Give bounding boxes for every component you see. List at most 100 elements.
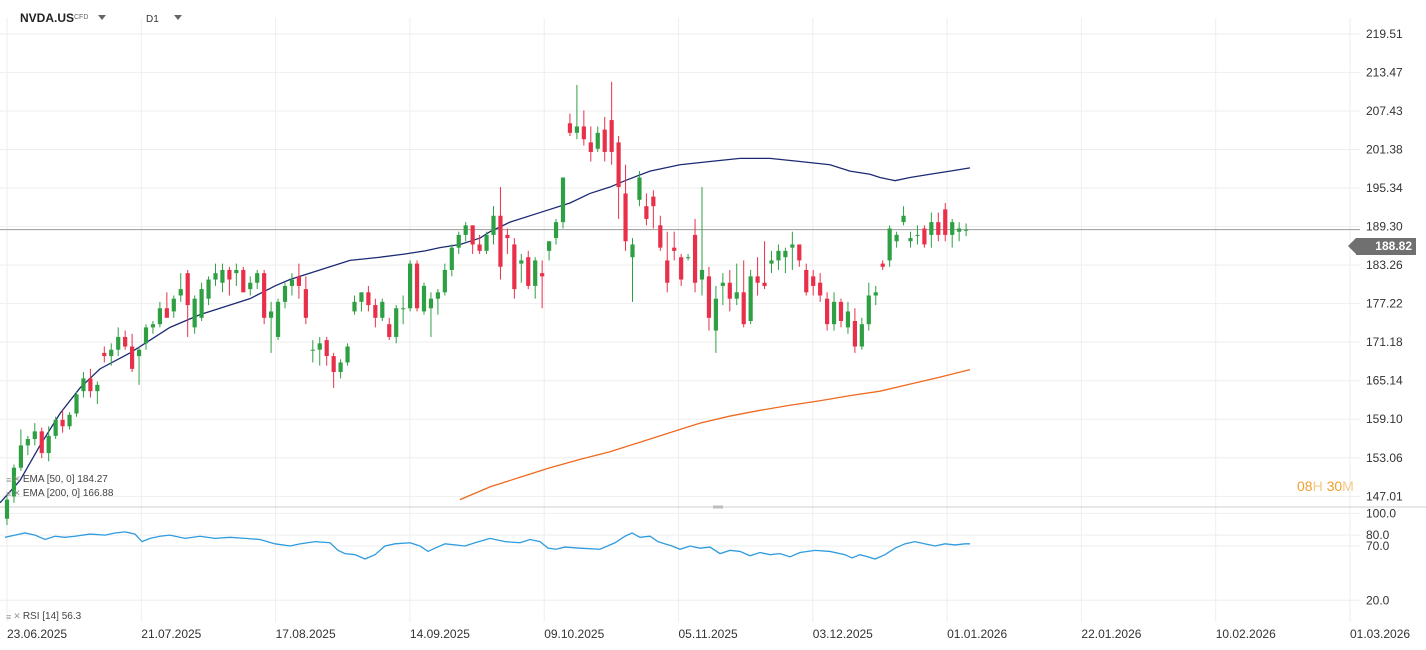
candle-up: [428, 298, 434, 309]
legend-ema50[interactable]: ≡ ✕ EMA [50, 0] 184.27: [6, 474, 108, 485]
candle-up: [686, 257, 691, 259]
candle-up: [901, 215, 906, 223]
lines-icon[interactable]: ≡: [6, 475, 11, 485]
candle-up: [192, 298, 197, 328]
lines-icon[interactable]: ≡: [6, 489, 11, 499]
candle-up: [310, 349, 315, 351]
candle-up: [929, 222, 934, 235]
x-tick-label: 14.09.2025: [410, 627, 470, 641]
candle-up: [463, 225, 468, 235]
x-tick-label: 01.01.2026: [947, 627, 1007, 641]
time-axis[interactable]: 23.06.2025 21.07.2025 17.08.2025 14.09.2025…: [7, 627, 1410, 641]
candle-up: [831, 301, 837, 325]
candle-up: [345, 346, 350, 363]
candle-up: [81, 378, 86, 392]
candle-up: [769, 260, 774, 264]
legend-ema200-text: EMA [200, 0] 166.88: [22, 488, 114, 499]
x-tick-label: 17.08.2025: [276, 627, 336, 641]
ema-200-path: [459, 368, 971, 501]
candle-down: [123, 336, 128, 347]
candle-down: [616, 142, 621, 188]
candle-up: [734, 292, 739, 299]
candle-down: [658, 225, 663, 248]
candle-down: [852, 321, 857, 347]
candle-down: [762, 282, 767, 286]
x-tick-label: 09.10.2025: [544, 627, 604, 641]
price-tick-label: 219.51: [1366, 27, 1403, 41]
candle-up: [630, 244, 635, 258]
candle-up: [116, 336, 121, 350]
candle-down: [296, 276, 301, 286]
candle-down: [414, 263, 420, 309]
candle-up: [595, 132, 600, 149]
candle-down: [185, 273, 190, 306]
pane-resize-handle[interactable]: [713, 505, 723, 509]
price-chart[interactable]: 219.51 213.47 207.43 201.38 195.34 189.30 183.…: [0, 0, 1426, 650]
candle-up: [53, 419, 58, 436]
candle-up: [950, 222, 955, 235]
chart-toolbar: NVDA.US CFD D1: [0, 0, 300, 36]
candle-up: [178, 289, 183, 296]
candle-up: [484, 234, 489, 251]
close-icon[interactable]: ✕: [13, 474, 21, 485]
timeframe-caret-down-icon[interactable]: [174, 15, 182, 20]
candle-down: [39, 431, 44, 454]
candle-up: [46, 435, 51, 454]
candle-down: [825, 298, 830, 325]
price-tick-label: 153.06: [1366, 451, 1403, 465]
candle-down: [818, 282, 823, 296]
candle-up: [18, 445, 23, 468]
candle-up: [845, 311, 851, 328]
countdown-hours-unit: H: [1312, 478, 1323, 494]
candle-up: [282, 285, 288, 302]
candle-up: [25, 439, 30, 446]
x-tick-label: 23.06.2025: [7, 627, 67, 641]
candle-down: [623, 193, 628, 242]
candle-up: [442, 269, 447, 293]
candle-countdown: 08H 30M: [1297, 478, 1354, 494]
candle-down: [526, 257, 531, 286]
legend-ema200[interactable]: ≡ ✕ EMA [200, 0] 166.88: [6, 488, 113, 499]
candle-down: [741, 292, 746, 325]
symbol-caret-down-icon[interactable]: [98, 15, 106, 20]
legend-rsi[interactable]: ≡ ✕ RSI [14] 56.3: [6, 611, 81, 622]
lines-icon[interactable]: ≡: [6, 612, 11, 622]
candle-up: [908, 238, 913, 242]
candle-up: [957, 228, 962, 232]
price-tick-label: 159.10: [1366, 412, 1403, 426]
candle-down: [366, 292, 371, 306]
candle-down: [943, 209, 948, 235]
rsi-tick-label: 70.0: [1366, 539, 1390, 553]
candle-down: [505, 234, 510, 239]
candle-down: [303, 289, 308, 318]
candle-down: [797, 244, 802, 261]
close-icon[interactable]: ✕: [13, 488, 21, 499]
countdown-minutes: 30: [1326, 478, 1343, 494]
candle-down: [922, 228, 927, 245]
candle-down: [679, 257, 684, 280]
candle-up: [449, 247, 454, 270]
candle-up: [150, 324, 156, 328]
candle-down: [880, 263, 885, 267]
countdown-minutes-unit: M: [1342, 478, 1354, 494]
candle-up: [421, 285, 427, 312]
candle-up: [95, 384, 100, 392]
candle-down: [567, 123, 573, 133]
close-icon[interactable]: ✕: [13, 611, 21, 622]
timeframe-selector[interactable]: D1: [146, 14, 159, 25]
price-tick-label: 207.43: [1366, 104, 1403, 118]
candle-down: [88, 378, 93, 392]
candle-up: [220, 269, 225, 283]
symbol-selector[interactable]: NVDA.US: [20, 11, 74, 25]
candle-up: [713, 298, 718, 331]
rsi-axis[interactable]: 100.080.070.020.0: [1366, 506, 1396, 607]
candle-down: [324, 340, 329, 357]
x-tick-label: 05.11.2025: [679, 627, 738, 641]
candle-up: [776, 250, 781, 261]
candle-down: [512, 244, 517, 290]
candle-up: [699, 269, 705, 280]
price-axis[interactable]: 219.51 213.47 207.43 201.38 195.34 189.30 183.…: [1366, 27, 1403, 503]
candle-down: [331, 356, 336, 373]
price-tick-label: 171.18: [1366, 335, 1403, 349]
candle-up: [790, 244, 795, 248]
